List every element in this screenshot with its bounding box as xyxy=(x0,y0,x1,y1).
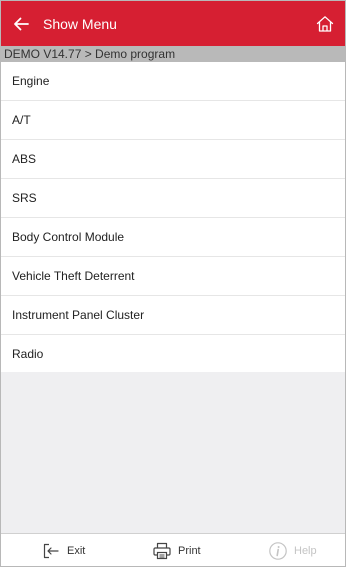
home-icon xyxy=(315,14,335,34)
breadcrumb: DEMO V14.77 > Demo program xyxy=(1,46,345,62)
menu-item-vehicle-theft-deterrent[interactable]: Vehicle Theft Deterrent xyxy=(1,257,345,296)
menu-list: Engine A/T ABS SRS Body Control Module V… xyxy=(1,62,345,374)
help-label: Help xyxy=(294,544,317,557)
top-bar: Show Menu xyxy=(1,1,345,46)
menu-item-instrument-panel-cluster[interactable]: Instrument Panel Cluster xyxy=(1,296,345,335)
empty-content-area xyxy=(1,372,345,533)
back-button[interactable] xyxy=(7,10,35,38)
menu-item-engine[interactable]: Engine xyxy=(1,62,345,101)
print-label: Print xyxy=(178,544,201,557)
app-window: Show Menu DEMO V14.77 > Demo program Eng… xyxy=(0,0,346,567)
exit-label: Exit xyxy=(67,544,86,557)
info-icon xyxy=(268,541,288,561)
print-button[interactable]: Print xyxy=(152,534,201,566)
printer-icon xyxy=(152,541,172,561)
arrow-left-icon xyxy=(12,15,30,33)
menu-item-srs[interactable]: SRS xyxy=(1,179,345,218)
home-button[interactable] xyxy=(311,10,339,38)
menu-item-abs[interactable]: ABS xyxy=(1,140,345,179)
menu-item-at[interactable]: A/T xyxy=(1,101,345,140)
menu-item-radio[interactable]: Radio xyxy=(1,335,345,374)
menu-item-body-control-module[interactable]: Body Control Module xyxy=(1,218,345,257)
bottom-toolbar: Exit Print Help xyxy=(1,533,345,566)
exit-button[interactable]: Exit xyxy=(41,534,86,566)
page-title: Show Menu xyxy=(43,16,117,32)
exit-icon xyxy=(41,541,61,561)
help-button[interactable]: Help xyxy=(268,534,317,566)
